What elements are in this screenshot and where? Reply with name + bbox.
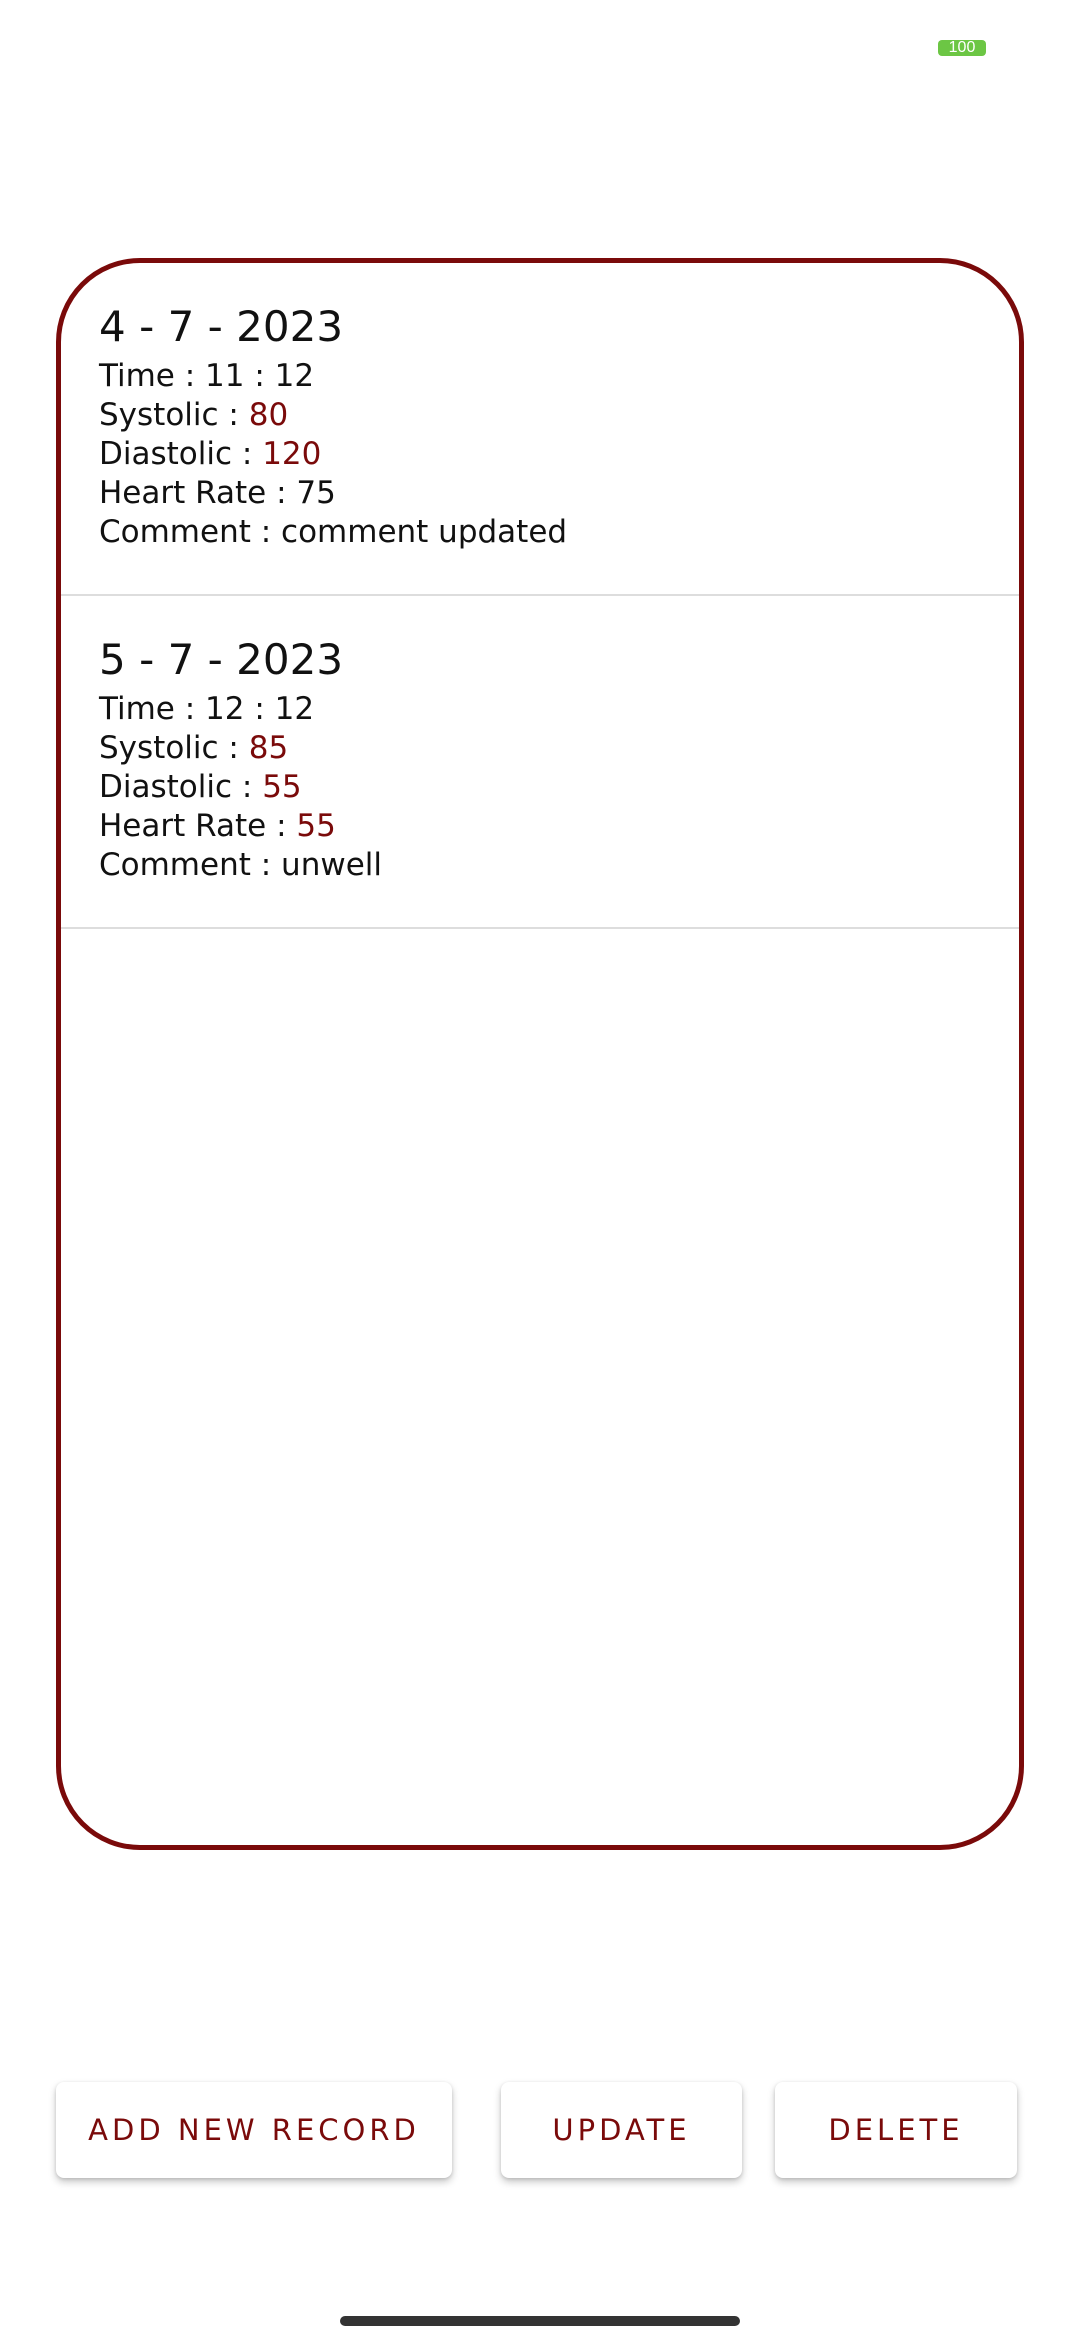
record-heart-rate-row: Heart Rate : 55 — [99, 807, 1019, 846]
record-systolic-row: Systolic : 85 — [99, 729, 1019, 768]
heart-rate-label: Heart Rate : — [99, 475, 297, 511]
comment-value: unwell — [281, 847, 382, 883]
diastolic-value: 55 — [262, 769, 302, 805]
record-diastolic-row: Diastolic : 120 — [99, 435, 1019, 474]
record-item[interactable]: 5 - 7 - 2023 Time : 12 : 12 Systolic : 8… — [61, 596, 1019, 929]
record-comment-row: Comment : comment updated — [99, 513, 1019, 552]
battery-level: 100 — [948, 39, 976, 56]
records-list[interactable]: 4 - 7 - 2023 Time : 11 : 12 Systolic : 8… — [56, 258, 1024, 1850]
update-button[interactable]: UPDATE — [501, 2082, 742, 2178]
comment-label: Comment : — [99, 514, 282, 550]
record-comment-row: Comment : unwell — [99, 846, 1019, 885]
record-diastolic-row: Diastolic : 55 — [99, 768, 1019, 807]
systolic-label: Systolic : — [99, 730, 249, 766]
diastolic-value: 120 — [262, 436, 322, 472]
systolic-label: Systolic : — [99, 397, 249, 433]
status-bar: 100 — [0, 0, 1080, 100]
home-indicator[interactable] — [340, 2316, 740, 2326]
heart-rate-value: 75 — [296, 475, 336, 511]
comment-label: Comment : — [99, 847, 282, 883]
record-time-row: Time : 12 : 12 — [99, 690, 1019, 729]
record-heart-rate-row: Heart Rate : 75 — [99, 474, 1019, 513]
diastolic-label: Diastolic : — [99, 436, 263, 472]
systolic-value: 80 — [248, 397, 289, 433]
comment-value: comment updated — [281, 514, 568, 550]
record-date: 4 - 7 - 2023 — [99, 302, 344, 351]
record-systolic-row: Systolic : 80 — [99, 396, 1019, 435]
time-value: 11 : 12 — [205, 358, 315, 394]
battery-icon: 100 — [938, 40, 986, 56]
systolic-value: 85 — [248, 730, 289, 766]
heart-rate-label: Heart Rate : — [99, 808, 297, 844]
record-date: 5 - 7 - 2023 — [99, 635, 344, 684]
record-item[interactable]: 4 - 7 - 2023 Time : 11 : 12 Systolic : 8… — [61, 263, 1019, 596]
time-value: 12 : 12 — [205, 691, 315, 727]
record-time-row: Time : 11 : 12 — [99, 357, 1019, 396]
add-new-record-button[interactable]: ADD NEW RECORD — [56, 2082, 452, 2178]
time-label: Time : — [99, 358, 206, 394]
delete-button[interactable]: DELETE — [775, 2082, 1017, 2178]
diastolic-label: Diastolic : — [99, 769, 263, 805]
heart-rate-value: 55 — [296, 808, 336, 844]
time-label: Time : — [99, 691, 206, 727]
